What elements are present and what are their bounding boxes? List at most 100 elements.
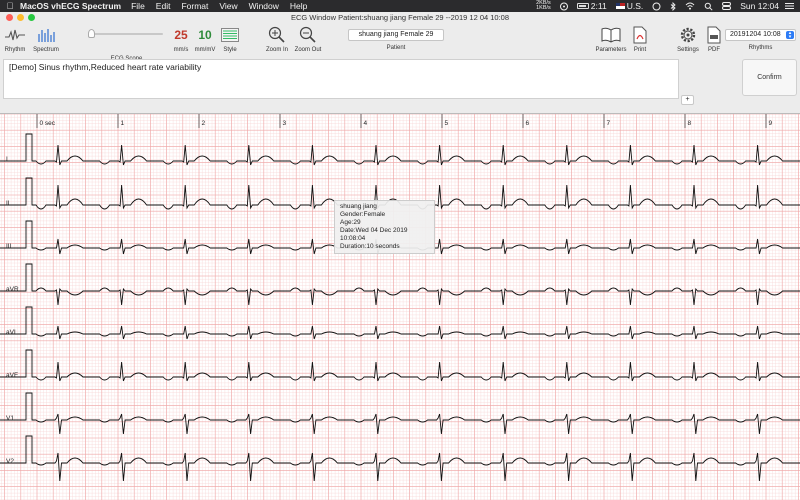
pdf-icon — [707, 24, 721, 46]
spectrum-label: Spectrum — [33, 47, 59, 53]
rhythms-caption: Rhythms — [748, 45, 773, 51]
settings-label: Settings — [677, 47, 699, 53]
zoom-in-label: Zoom In — [265, 47, 288, 53]
info-date: Date:Wed 04 Dec 2019 10:08:04 — [340, 227, 408, 242]
time-label: 4 — [364, 120, 368, 127]
menu-view[interactable]: View — [219, 1, 237, 11]
info-duration: Duration:10 seconds — [340, 243, 400, 250]
style-label: Style — [223, 47, 237, 53]
gain-control[interactable]: 10 mm/mV — [193, 24, 217, 53]
confirm-button[interactable]: Confirm — [742, 59, 797, 96]
patient-caption: Patient — [386, 45, 406, 51]
settings-button[interactable]: Settings — [674, 24, 702, 53]
toolbar: Rhythm Spectrum ECG Scope 25 mm/s — [0, 23, 800, 62]
lead-label: I — [6, 156, 8, 163]
lead-label: aVR — [6, 286, 19, 293]
minimize-button[interactable] — [17, 14, 24, 21]
zoom-out-icon — [299, 24, 317, 46]
parameters-button[interactable]: Parameters — [594, 24, 628, 53]
zoom-button[interactable] — [28, 14, 35, 21]
clock[interactable]: Sun 12:04 — [740, 1, 779, 11]
speed-unit: mm/s — [173, 47, 189, 53]
title-bar[interactable]: ECG Window Patient:shuang jiang Female 2… — [0, 12, 800, 23]
battery-status[interactable]: 2:11 — [576, 1, 607, 11]
menu-window[interactable]: Window — [249, 1, 279, 11]
pdf-button[interactable]: PDF — [704, 24, 724, 53]
lead-label: II — [6, 200, 10, 207]
grid-minor — [0, 114, 800, 500]
focus-icon[interactable] — [652, 2, 661, 11]
spectrum-icon — [37, 24, 55, 46]
print-label: Print — [633, 47, 647, 53]
net-down: 1KB/s — [536, 5, 551, 11]
apple-icon[interactable]:  — [0, 1, 20, 11]
rhythm-select-value: 20191204 10:08 — [730, 31, 781, 38]
zoom-out-button[interactable]: Zoom Out — [292, 24, 324, 53]
book-icon — [601, 24, 621, 46]
time-label: 0 sec — [40, 120, 56, 127]
close-button[interactable] — [6, 14, 13, 21]
info-age: Age:29 — [340, 219, 361, 226]
time-label: 2 — [202, 120, 206, 127]
info-gender: Gender:Female — [340, 211, 386, 218]
control-center-icon[interactable] — [722, 2, 732, 10]
print-button[interactable]: Print — [631, 24, 649, 53]
time-label: 1 — [121, 120, 125, 127]
time-label: 6 — [526, 120, 530, 127]
network-rate[interactable]: 2KB/s 1KB/s — [536, 0, 551, 11]
slider-knob[interactable] — [88, 29, 95, 38]
info-name: shuang jiang — [340, 203, 377, 210]
menu-file[interactable]: File — [131, 1, 145, 11]
gain-unit: mm/mV — [194, 47, 216, 53]
lead-label: aVF — [6, 372, 18, 379]
ecg-window: ECG Window Patient:shuang jiang Female 2… — [0, 12, 800, 500]
notes-area: [Demo] Sinus rhythm,Reduced heart rate v… — [0, 59, 800, 111]
pdf-label: PDF — [708, 47, 720, 53]
menu-help[interactable]: Help — [290, 1, 307, 11]
add-button[interactable]: + — [681, 95, 694, 105]
pdf-print-icon — [633, 24, 647, 46]
rhythm-select[interactable]: 20191204 10:08 ▴ ▾ — [725, 29, 796, 41]
app-menu[interactable]: MacOS vhECG Spectrum — [20, 1, 121, 11]
time-label: 3 — [283, 120, 287, 127]
style-button[interactable]: Style — [219, 24, 241, 53]
time-label: 5 — [445, 120, 449, 127]
menu-format[interactable]: Format — [181, 1, 208, 11]
speed-value: 25 — [174, 28, 188, 42]
time-label: 8 — [688, 120, 692, 127]
patient-field[interactable]: shuang jiang Female 29 — [348, 29, 444, 41]
lead-label: V1 — [6, 415, 14, 422]
zoom-in-button[interactable]: Zoom In — [263, 24, 291, 53]
select-arrows-icon: ▴ ▾ — [786, 31, 794, 40]
ecg-chart[interactable]: 0 sec 1 2 3 4 5 6 7 8 9 I II III aVR aVL aVF V1 V2 shuan… — [0, 113, 800, 500]
wifi-icon[interactable] — [685, 2, 695, 10]
input-source[interactable]: U.S. — [615, 1, 644, 11]
spectrum-button[interactable]: Spectrum — [31, 24, 61, 53]
bluetooth-icon[interactable] — [670, 1, 676, 11]
input-source-label: U.S. — [626, 1, 644, 11]
zoom-out-label: Zoom Out — [294, 47, 322, 53]
battery-icon — [576, 3, 589, 9]
search-icon[interactable] — [704, 2, 713, 11]
window-title: ECG Window Patient:shuang jiang Female 2… — [290, 13, 510, 22]
lead-label: V2 — [6, 458, 14, 465]
zoom-in-icon — [268, 24, 286, 46]
rhythm-button[interactable]: Rhythm — [3, 24, 27, 53]
diagnosis-text-area[interactable]: [Demo] Sinus rhythm,Reduced heart rate v… — [3, 59, 679, 99]
battery-time: 2:11 — [590, 1, 607, 11]
rhythm-icon — [5, 24, 25, 46]
lead-label: III — [6, 243, 12, 250]
notification-icon[interactable] — [785, 2, 794, 10]
gain-value: 10 — [198, 28, 212, 42]
parameters-label: Parameters — [595, 47, 627, 53]
time-label: 7 — [607, 120, 611, 127]
ecg-scope-slider[interactable] — [88, 29, 163, 38]
us-flag-icon — [615, 3, 625, 9]
ecg-canvas[interactable]: 0 sec 1 2 3 4 5 6 7 8 9 IIIIIIaVRaVLaVFV1V2 — [0, 114, 800, 500]
bluetooth-status-icon[interactable] — [559, 2, 568, 11]
style-icon — [221, 24, 239, 46]
speed-control[interactable]: 25 mm/s — [169, 24, 193, 53]
window-controls — [6, 14, 35, 21]
rhythm-label: Rhythm — [4, 47, 26, 53]
menu-edit[interactable]: Edit — [156, 1, 171, 11]
